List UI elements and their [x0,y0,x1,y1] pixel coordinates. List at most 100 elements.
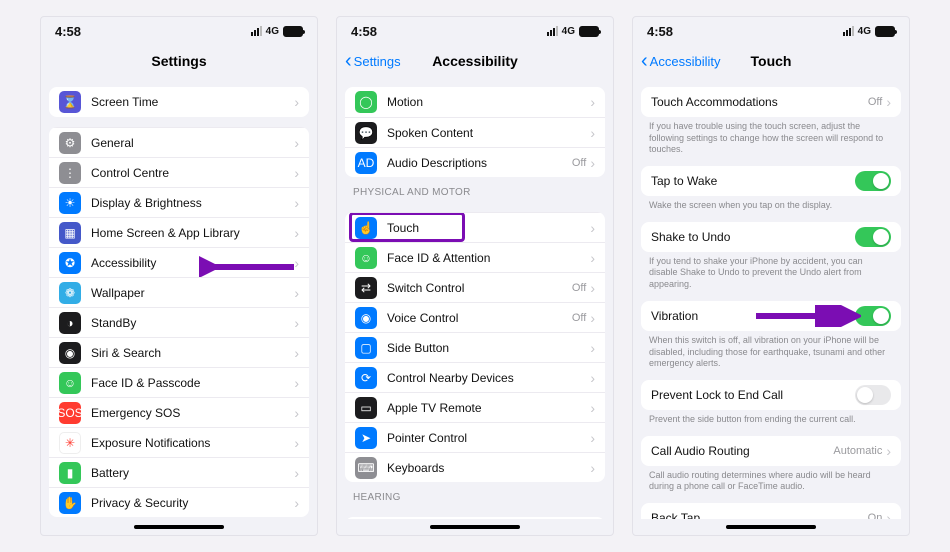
row-label: Prevent Lock to End Call [651,388,855,402]
side-button-icon: ▢ [355,337,377,359]
footer-text: Wake the screen when you tap on the disp… [633,196,909,212]
row-vibration[interactable]: Vibration [641,301,901,331]
pointer-control-icon: ➤ [355,427,377,449]
row-audio-descriptions[interactable]: ADAudio DescriptionsOff› [345,147,605,177]
row-label: Keyboards [387,461,590,475]
row-touch-accommodations[interactable]: Touch Accommodations Off › [641,87,901,117]
navbar: Settings [41,45,317,77]
row-standby[interactable]: ◑StandBy› [49,307,309,337]
row-display-brightness[interactable]: ☀Display & Brightness› [49,187,309,217]
row-accessibility[interactable]: ✪Accessibility› [49,247,309,277]
toggle-switch[interactable] [855,385,891,405]
page-title: Touch [751,53,792,69]
spoken-content-icon: 💬 [355,122,377,144]
touch-icon: ☝ [355,217,377,239]
general-icon: ⚙ [59,132,81,154]
row-exposure[interactable]: ✳Exposure Notifications› [49,427,309,457]
chevron-icon: › [590,310,595,326]
toggle-switch[interactable] [855,227,891,247]
toggle-switch[interactable] [855,171,891,191]
row-label: Exposure Notifications [91,436,294,450]
row-shake-to-undo[interactable]: Shake to Undo [641,222,901,252]
faceid-passcode-icon: ☺ [59,372,81,394]
network-label: 4G [266,26,279,37]
row-home-screen[interactable]: ▦Home Screen & App Library› [49,217,309,247]
chevron-icon: › [294,435,299,451]
row-screen-time[interactable]: ⌛Screen Time› [49,87,309,117]
row-prevent-lock[interactable]: Prevent Lock to End Call [641,380,901,410]
row-privacy-security[interactable]: ✋Privacy & Security› [49,487,309,517]
battery-icon: ▮ [59,462,81,484]
row-spoken-content[interactable]: 💬Spoken Content› [345,117,605,147]
row-keyboards[interactable]: ⌨Keyboards› [345,452,605,482]
status-time: 4:58 [647,24,673,39]
chevron-icon: › [590,125,595,141]
chevron-icon: › [294,255,299,271]
back-button[interactable]: Settings [345,54,401,69]
row-emergency-sos[interactable]: SOSEmergency SOS› [49,397,309,427]
row-apple-tv-remote[interactable]: ▭Apple TV Remote› [345,392,605,422]
row-side-button[interactable]: ▢Side Button› [345,332,605,362]
navbar: Accessibility Touch [633,45,909,77]
toggle-switch[interactable] [855,306,891,326]
chevron-icon: › [590,400,595,416]
phone-touch: 4:58 4G Accessibility Touch Touch Accomm… [632,16,910,536]
footer-text: Call audio routing determines where audi… [633,466,909,493]
status-bar: 4:58 4G [633,17,909,45]
row-tap-to-wake[interactable]: Tap to Wake [641,166,901,196]
chevron-icon: › [294,195,299,211]
chevron-icon: › [294,165,299,181]
row-control-nearby[interactable]: ⟳Control Nearby Devices› [345,362,605,392]
row-motion[interactable]: ◯Motion› [345,87,605,117]
row-faceid-attention[interactable]: ☺Face ID & Attention› [345,242,605,272]
row-faceid-passcode[interactable]: ☺Face ID & Passcode› [49,367,309,397]
row-label: Audio Descriptions [387,156,572,170]
privacy-security-icon: ✋ [59,492,81,514]
chevron-icon: › [590,250,595,266]
motion-icon: ◯ [355,91,377,113]
keyboards-icon: ⌨ [355,457,377,479]
back-button[interactable]: Accessibility [641,54,720,69]
row-label: Vibration [651,309,855,323]
row-pointer-control[interactable]: ➤ Pointer Control› [345,422,605,452]
chevron-icon: › [590,430,595,446]
row-label: Pointer Control [387,431,590,445]
home-indicator [134,525,224,529]
row-wallpaper[interactable]: ❁Wallpaper› [49,277,309,307]
navbar: Settings Accessibility [337,45,613,77]
home-screen-icon: ▦ [59,222,81,244]
row-label: Privacy & Security [91,496,294,510]
row-value: Automatic [833,445,882,457]
chevron-icon: › [886,94,891,110]
row-control-centre[interactable]: ⋮Control Centre› [49,157,309,187]
row-value: Off [572,157,586,169]
phone-accessibility: 4:58 4G Settings Accessibility ◯Motion›💬… [336,16,614,536]
row-label: Siri & Search [91,346,294,360]
row-label: Screen Time [91,95,294,109]
footer-text: When this switch is off, all vibration o… [633,331,909,370]
chevron-icon: › [886,510,891,519]
chevron-icon: › [294,285,299,301]
chevron-icon: › [590,155,595,171]
row-siri-search[interactable]: ◉Siri & Search› [49,337,309,367]
signal-icon [251,26,262,36]
chevron-icon: › [294,315,299,331]
row-touch[interactable]: ☝Touch› [345,212,605,242]
signal-icon [843,26,854,36]
chevron-icon: › [294,345,299,361]
network-label: 4G [858,26,871,37]
row-hearing-devices[interactable]: 👂Hearing Devices› [345,517,605,519]
row-general[interactable]: ⚙General› [49,127,309,157]
row-label: Shake to Undo [651,230,855,244]
row-battery[interactable]: ▮Battery› [49,457,309,487]
row-switch-control[interactable]: ⇄Switch ControlOff› [345,272,605,302]
row-voice-control[interactable]: ◉Voice ControlOff› [345,302,605,332]
faceid-attention-icon: ☺ [355,247,377,269]
status-time: 4:58 [55,24,81,39]
row-label: Wallpaper [91,286,294,300]
group-header-physical: Physical and Motor [337,177,613,202]
row-back-tap[interactable]: Back Tap On › [641,503,901,519]
home-indicator [726,525,816,529]
row-label: Display & Brightness [91,196,294,210]
row-call-audio-routing[interactable]: Call Audio Routing Automatic › [641,436,901,466]
